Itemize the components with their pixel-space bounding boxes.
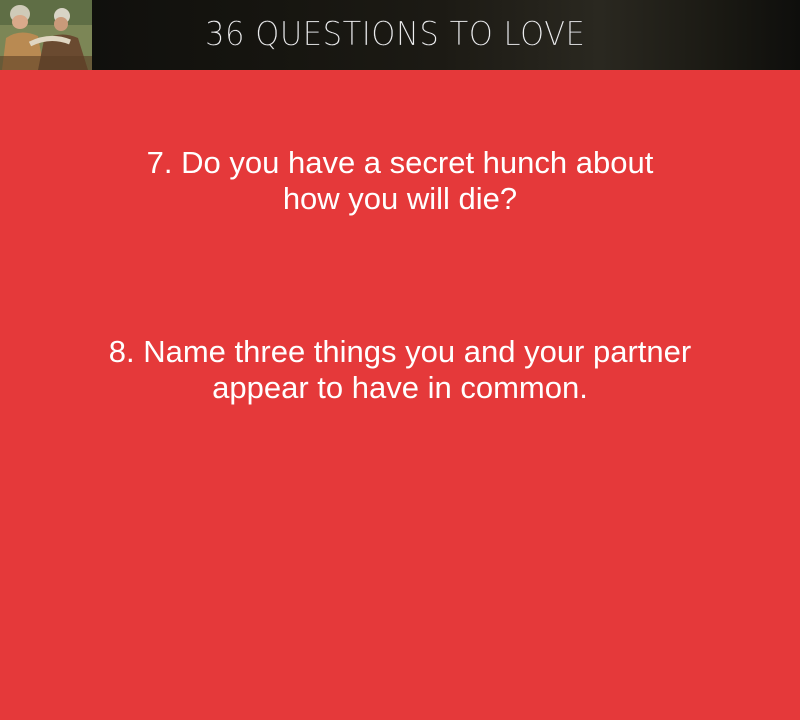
question-8: 8. Name three things you and your partne… xyxy=(40,334,760,406)
elderly-couple-photo-icon xyxy=(0,0,92,70)
question-line: 7. Do you have a secret hunch about xyxy=(146,145,654,180)
header-banner: 36 QUESTIONS TO LOVE xyxy=(0,0,800,70)
question-7: 7. Do you have a secret hunch about how … xyxy=(40,145,760,217)
question-line: 8. Name three things you and your partne… xyxy=(108,334,692,369)
question-line: appear to have in common. xyxy=(212,370,588,405)
question-line: how you will die? xyxy=(282,181,518,216)
page-title: 36 QUESTIONS TO LOVE xyxy=(205,14,586,53)
